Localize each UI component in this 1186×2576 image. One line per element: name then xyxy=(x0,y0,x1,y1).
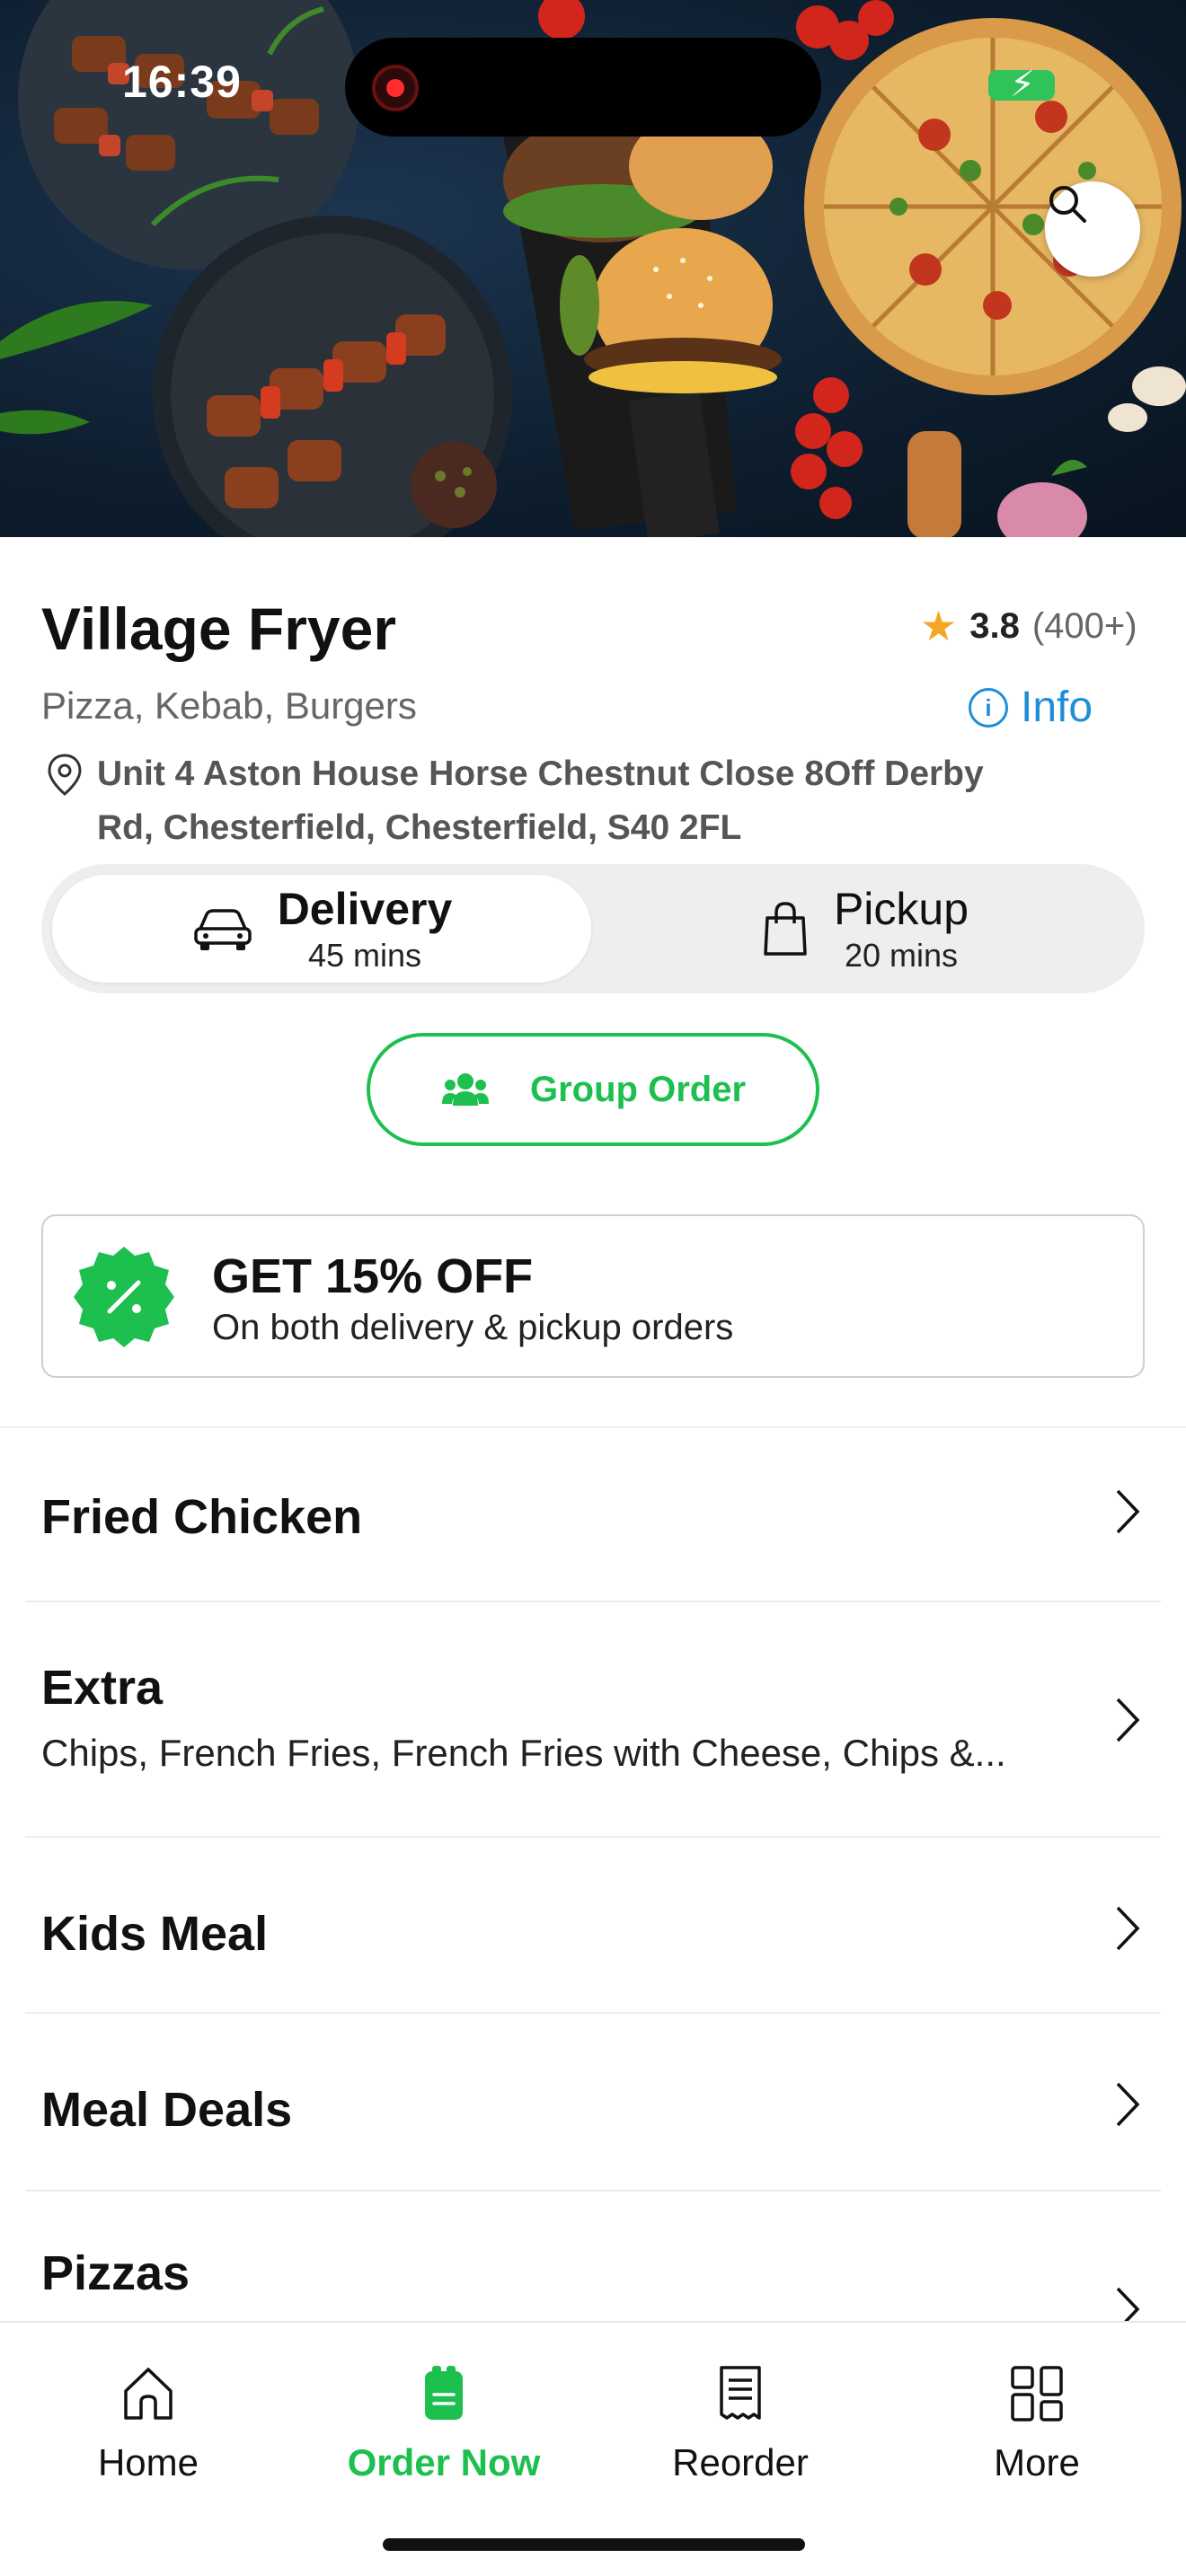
category-title: Extra xyxy=(41,1661,164,1715)
promo-title: GET 15% OFF xyxy=(212,1249,534,1303)
nav-label: Reorder xyxy=(672,2441,809,2483)
charging-icon: ⚡ xyxy=(1010,65,1036,104)
group-order-button[interactable]: Group Order xyxy=(367,1033,819,1146)
receipt-icon xyxy=(720,2366,761,2420)
category-title: Pizzas xyxy=(41,2246,190,2300)
home-indicator xyxy=(383,2538,805,2551)
category-pizzas[interactable]: Pizzas xyxy=(25,2192,1161,2332)
restaurant-name: Village Fryer xyxy=(41,595,397,662)
pickup-time: 20 mins xyxy=(844,937,959,974)
category-fried-chicken[interactable]: Fried Chicken xyxy=(25,1428,1161,1602)
category-description: Chips, French Fries, French Fries with C… xyxy=(41,1732,1006,1774)
category-title: Meal Deals xyxy=(41,2083,293,2137)
nav-more[interactable]: More xyxy=(902,2362,1172,2484)
cuisines: Pizza, Kebab, Burgers xyxy=(41,684,417,727)
rating: ★ 3.8 (400+) xyxy=(920,605,1137,647)
grid-icon xyxy=(1011,2366,1063,2422)
rating-value: 3.8 xyxy=(969,605,1020,646)
group-icon xyxy=(441,1073,489,1106)
chevron-right-icon xyxy=(1116,1698,1140,1742)
search-icon xyxy=(1049,186,1086,223)
info-icon: i xyxy=(969,687,1008,728)
status-time: 16:39 xyxy=(122,57,242,107)
rating-count: (400+) xyxy=(1031,605,1137,646)
category-meal-deals[interactable]: Meal Deals xyxy=(25,2014,1161,2192)
category-title: Fried Chicken xyxy=(41,1490,363,1544)
hero-banner: 16:39 ⚡ xyxy=(0,0,1186,537)
promo-subtitle: On both delivery & pickup orders xyxy=(212,1308,734,1347)
nav-home[interactable]: Home xyxy=(13,2362,283,2484)
order-mode-toggle: Delivery 45 mins Pickup 20 mins xyxy=(41,864,1145,993)
chevron-right-icon xyxy=(1116,2082,1140,2127)
star-icon: ★ xyxy=(920,603,958,649)
delivery-label: Delivery xyxy=(277,884,453,934)
car-icon xyxy=(193,909,252,950)
delivery-time: 45 mins xyxy=(307,937,422,974)
promo-banner[interactable]: GET 15% OFF On both delivery & pickup or… xyxy=(41,1214,1145,1378)
pickup-option[interactable]: Pickup 20 mins xyxy=(595,875,1134,983)
category-extra[interactable]: Extra Chips, French Fries, French Fries … xyxy=(25,1602,1161,1838)
category-kids-meal[interactable]: Kids Meal xyxy=(25,1838,1161,2014)
chevron-right-icon xyxy=(1116,1489,1140,1534)
info-link[interactable]: i Info xyxy=(969,683,1093,732)
group-order-label: Group Order xyxy=(529,1069,747,1109)
pickup-label: Pickup xyxy=(833,884,969,934)
category-title: Kids Meal xyxy=(41,1907,269,1961)
delivery-option[interactable]: Delivery 45 mins xyxy=(52,875,591,983)
nav-order-now[interactable]: Order Now xyxy=(309,2362,579,2484)
nav-label: More xyxy=(994,2441,1080,2483)
address: Unit 4 Aston House Horse Chestnut Close … xyxy=(45,747,996,855)
discount-badge-icon xyxy=(74,1247,174,1347)
nav-label: Home xyxy=(97,2441,199,2483)
shopping-bag-icon xyxy=(764,902,807,956)
recording-icon xyxy=(372,65,419,111)
search-button[interactable] xyxy=(1045,181,1140,277)
location-pin-icon xyxy=(48,754,82,796)
address-text: Unit 4 Aston House Horse Chestnut Close … xyxy=(97,754,984,847)
info-label: Info xyxy=(1021,684,1093,731)
nav-label: Order Now xyxy=(347,2441,541,2483)
home-icon xyxy=(124,2368,173,2420)
chevron-right-icon xyxy=(1116,1906,1140,1951)
nav-reorder[interactable]: Reorder xyxy=(606,2362,875,2484)
order-icon xyxy=(425,2366,463,2420)
